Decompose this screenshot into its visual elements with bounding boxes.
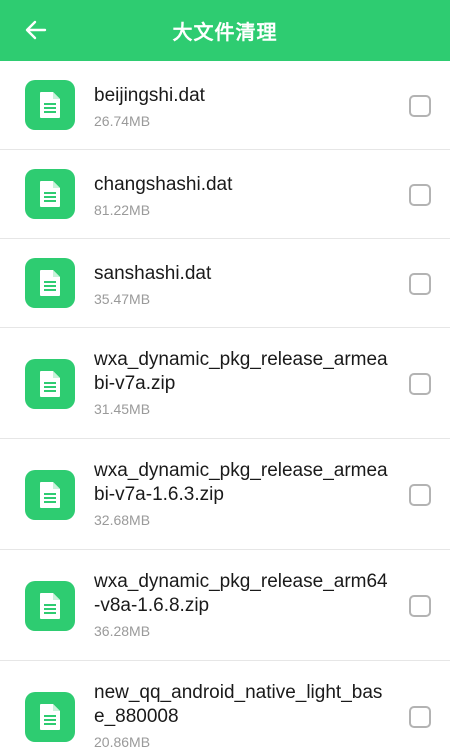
file-name: beijingshi.dat: [94, 85, 205, 106]
file-size: 32.68MB: [94, 512, 151, 528]
document-icon: [25, 581, 75, 631]
document-icon: [25, 258, 75, 308]
file-checkbox[interactable]: [409, 484, 431, 506]
file-name: wxa_dynamic_pkg_release_armeabi-v7a-1.6.…: [94, 460, 388, 505]
document-icon: [25, 169, 75, 219]
file-info: wxa_dynamic_pkg_release_armeabi-v7a-1.6.…: [94, 459, 390, 529]
back-button[interactable]: [18, 12, 54, 48]
file-checkbox[interactable]: [409, 373, 431, 395]
file-size: 35.47MB: [94, 291, 151, 307]
file-checkbox[interactable]: [409, 706, 431, 728]
file-checkbox[interactable]: [409, 184, 431, 206]
file-row[interactable]: changshashi.dat 81.22MB: [0, 150, 450, 239]
file-name: new_qq_android_native_light_base_880008: [94, 682, 383, 727]
document-icon: [25, 80, 75, 130]
file-row[interactable]: wxa_dynamic_pkg_release_armeabi-v7a.zip …: [0, 328, 450, 439]
file-size: 26.74MB: [94, 113, 151, 129]
file-list: beijingshi.dat 26.74MB changshashi.dat 8…: [0, 61, 450, 750]
app-bar: 大文件清理: [0, 0, 450, 61]
file-row[interactable]: wxa_dynamic_pkg_release_armeabi-v7a-1.6.…: [0, 439, 450, 550]
file-info: new_qq_android_native_light_base_880008 …: [94, 681, 390, 750]
file-row[interactable]: wxa_dynamic_pkg_release_arm64-v8a-1.6.8.…: [0, 550, 450, 661]
file-info: beijingshi.dat 26.74MB: [94, 84, 390, 130]
file-row[interactable]: sanshashi.dat 35.47MB: [0, 239, 450, 328]
file-checkbox[interactable]: [409, 95, 431, 117]
file-size: 36.28MB: [94, 623, 151, 639]
file-info: wxa_dynamic_pkg_release_arm64-v8a-1.6.8.…: [94, 570, 390, 640]
file-name: sanshashi.dat: [94, 263, 212, 284]
file-row[interactable]: beijingshi.dat 26.74MB: [0, 61, 450, 150]
file-info: changshashi.dat 81.22MB: [94, 173, 390, 219]
file-size: 20.86MB: [94, 734, 151, 750]
document-icon: [25, 470, 75, 520]
arrow-left-icon: [25, 20, 47, 40]
file-size: 81.22MB: [94, 202, 151, 218]
file-row[interactable]: new_qq_android_native_light_base_880008 …: [0, 661, 450, 750]
file-checkbox[interactable]: [409, 273, 431, 295]
document-icon: [25, 359, 75, 409]
document-icon: [25, 692, 75, 742]
file-info: wxa_dynamic_pkg_release_armeabi-v7a.zip …: [94, 348, 390, 418]
page-title: 大文件清理: [172, 20, 278, 44]
file-checkbox[interactable]: [409, 595, 431, 617]
file-name: wxa_dynamic_pkg_release_arm64-v8a-1.6.8.…: [94, 571, 388, 616]
file-name: wxa_dynamic_pkg_release_armeabi-v7a.zip: [94, 349, 388, 394]
file-info: sanshashi.dat 35.47MB: [94, 262, 390, 308]
file-size: 31.45MB: [94, 401, 151, 417]
file-name: changshashi.dat: [94, 174, 233, 195]
